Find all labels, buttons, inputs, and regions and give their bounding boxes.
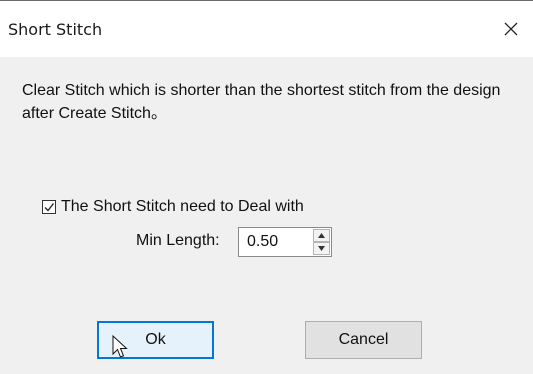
close-button[interactable] bbox=[489, 9, 533, 49]
title-bar[interactable]: Short Stitch bbox=[0, 1, 533, 57]
checkmark-icon bbox=[44, 203, 55, 212]
spin-up-button[interactable] bbox=[313, 229, 330, 242]
min-length-spinbox[interactable] bbox=[238, 227, 332, 257]
min-length-input[interactable] bbox=[239, 228, 311, 256]
close-icon bbox=[504, 22, 518, 36]
triangle-down-icon bbox=[318, 246, 325, 251]
short-stitch-option[interactable]: The Short Stitch need to Deal with bbox=[42, 198, 304, 216]
dialog-body: Clear Stitch which is shorter than the s… bbox=[0, 57, 533, 374]
window-title: Short Stitch bbox=[8, 20, 103, 39]
ok-button[interactable]: Ok bbox=[97, 321, 214, 359]
short-stitch-checkbox-label[interactable]: The Short Stitch need to Deal with bbox=[61, 198, 304, 216]
cancel-button[interactable]: Cancel bbox=[305, 321, 422, 359]
short-stitch-checkbox[interactable] bbox=[42, 200, 56, 214]
description-text: Clear Stitch which is shorter than the s… bbox=[22, 82, 501, 122]
min-length-label: Min Length: bbox=[136, 232, 220, 249]
spin-down-button[interactable] bbox=[313, 242, 330, 255]
triangle-up-icon bbox=[318, 233, 325, 238]
